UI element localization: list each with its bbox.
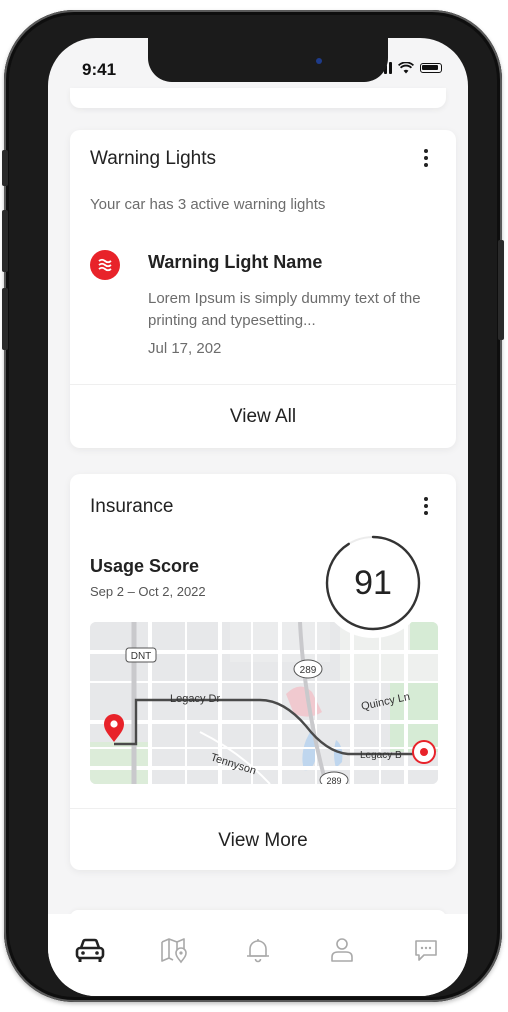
- phone-frame: 9:41 Warning Lights Your car has 3 activ…: [2, 10, 504, 1002]
- usage-score-label: Usage Score: [90, 556, 200, 576]
- trip-map[interactable]: DNT 289 289 Legacy Dr Quincy Ln Legacy B…: [90, 622, 438, 784]
- nav-item-vehicle[interactable]: [70, 930, 110, 970]
- view-all-button[interactable]: View All: [70, 406, 456, 428]
- usage-score-value: 91: [354, 563, 392, 602]
- warning-light-icon: [90, 250, 120, 280]
- divider: [70, 808, 456, 809]
- insurance-card: Insurance Usage Score Sep 2 – Oct 2, 202…: [70, 474, 456, 870]
- nav-item-notifications[interactable]: [238, 930, 278, 970]
- usage-score-gauge: 91: [318, 528, 428, 638]
- map-label-289: 289: [300, 665, 317, 676]
- nav-item-map[interactable]: [154, 930, 194, 970]
- warning-lights-card: Warning Lights Your car has 3 active war…: [70, 130, 456, 448]
- volume-down-button: [2, 288, 8, 350]
- card-title: Warning Lights: [90, 148, 217, 169]
- battery-icon: [420, 63, 442, 73]
- usage-date-range: Sep 2 – Oct 2, 2022: [90, 584, 206, 599]
- chat-icon: [415, 940, 437, 961]
- card-title: Insurance: [90, 496, 174, 517]
- wifi-icon: [398, 62, 414, 74]
- notch: [148, 38, 388, 82]
- app-screen: 9:41 Warning Lights Your car has 3 activ…: [48, 38, 468, 996]
- map-label-dnt: DNT: [131, 651, 152, 662]
- more-options-icon[interactable]: [416, 146, 436, 170]
- car-icon: [75, 938, 105, 962]
- mute-switch: [2, 150, 8, 186]
- bell-icon: [247, 939, 269, 963]
- trip-end-marker-icon: [412, 740, 436, 764]
- volume-up-button: [2, 210, 8, 272]
- more-options-icon[interactable]: [416, 494, 436, 518]
- camera-icon: [316, 58, 322, 64]
- status-time: 9:41: [82, 60, 117, 79]
- bottom-nav: [48, 914, 468, 996]
- nav-item-messages[interactable]: [406, 930, 446, 970]
- map-label-289-south: 289: [326, 776, 341, 784]
- warning-light-date: Jul 17, 202: [148, 340, 222, 357]
- map-icon: [161, 938, 187, 964]
- profile-icon: [331, 938, 353, 962]
- warning-light-name[interactable]: Warning Light Name: [148, 252, 322, 273]
- warning-light-description: Lorem Ipsum is simply dummy text of the …: [148, 290, 421, 329]
- map-label-legacy-b: Legacy B: [360, 750, 402, 761]
- power-button: [498, 240, 504, 340]
- map-graphic: DNT 289 289 Legacy Dr Quincy Ln Legacy B…: [90, 622, 438, 784]
- map-label-legacy-dr: Legacy Dr: [170, 693, 220, 705]
- warning-summary: Your car has 3 active warning lights: [90, 196, 326, 213]
- divider: [70, 384, 456, 385]
- view-more-button[interactable]: View More: [70, 830, 456, 852]
- nav-item-profile[interactable]: [322, 930, 362, 970]
